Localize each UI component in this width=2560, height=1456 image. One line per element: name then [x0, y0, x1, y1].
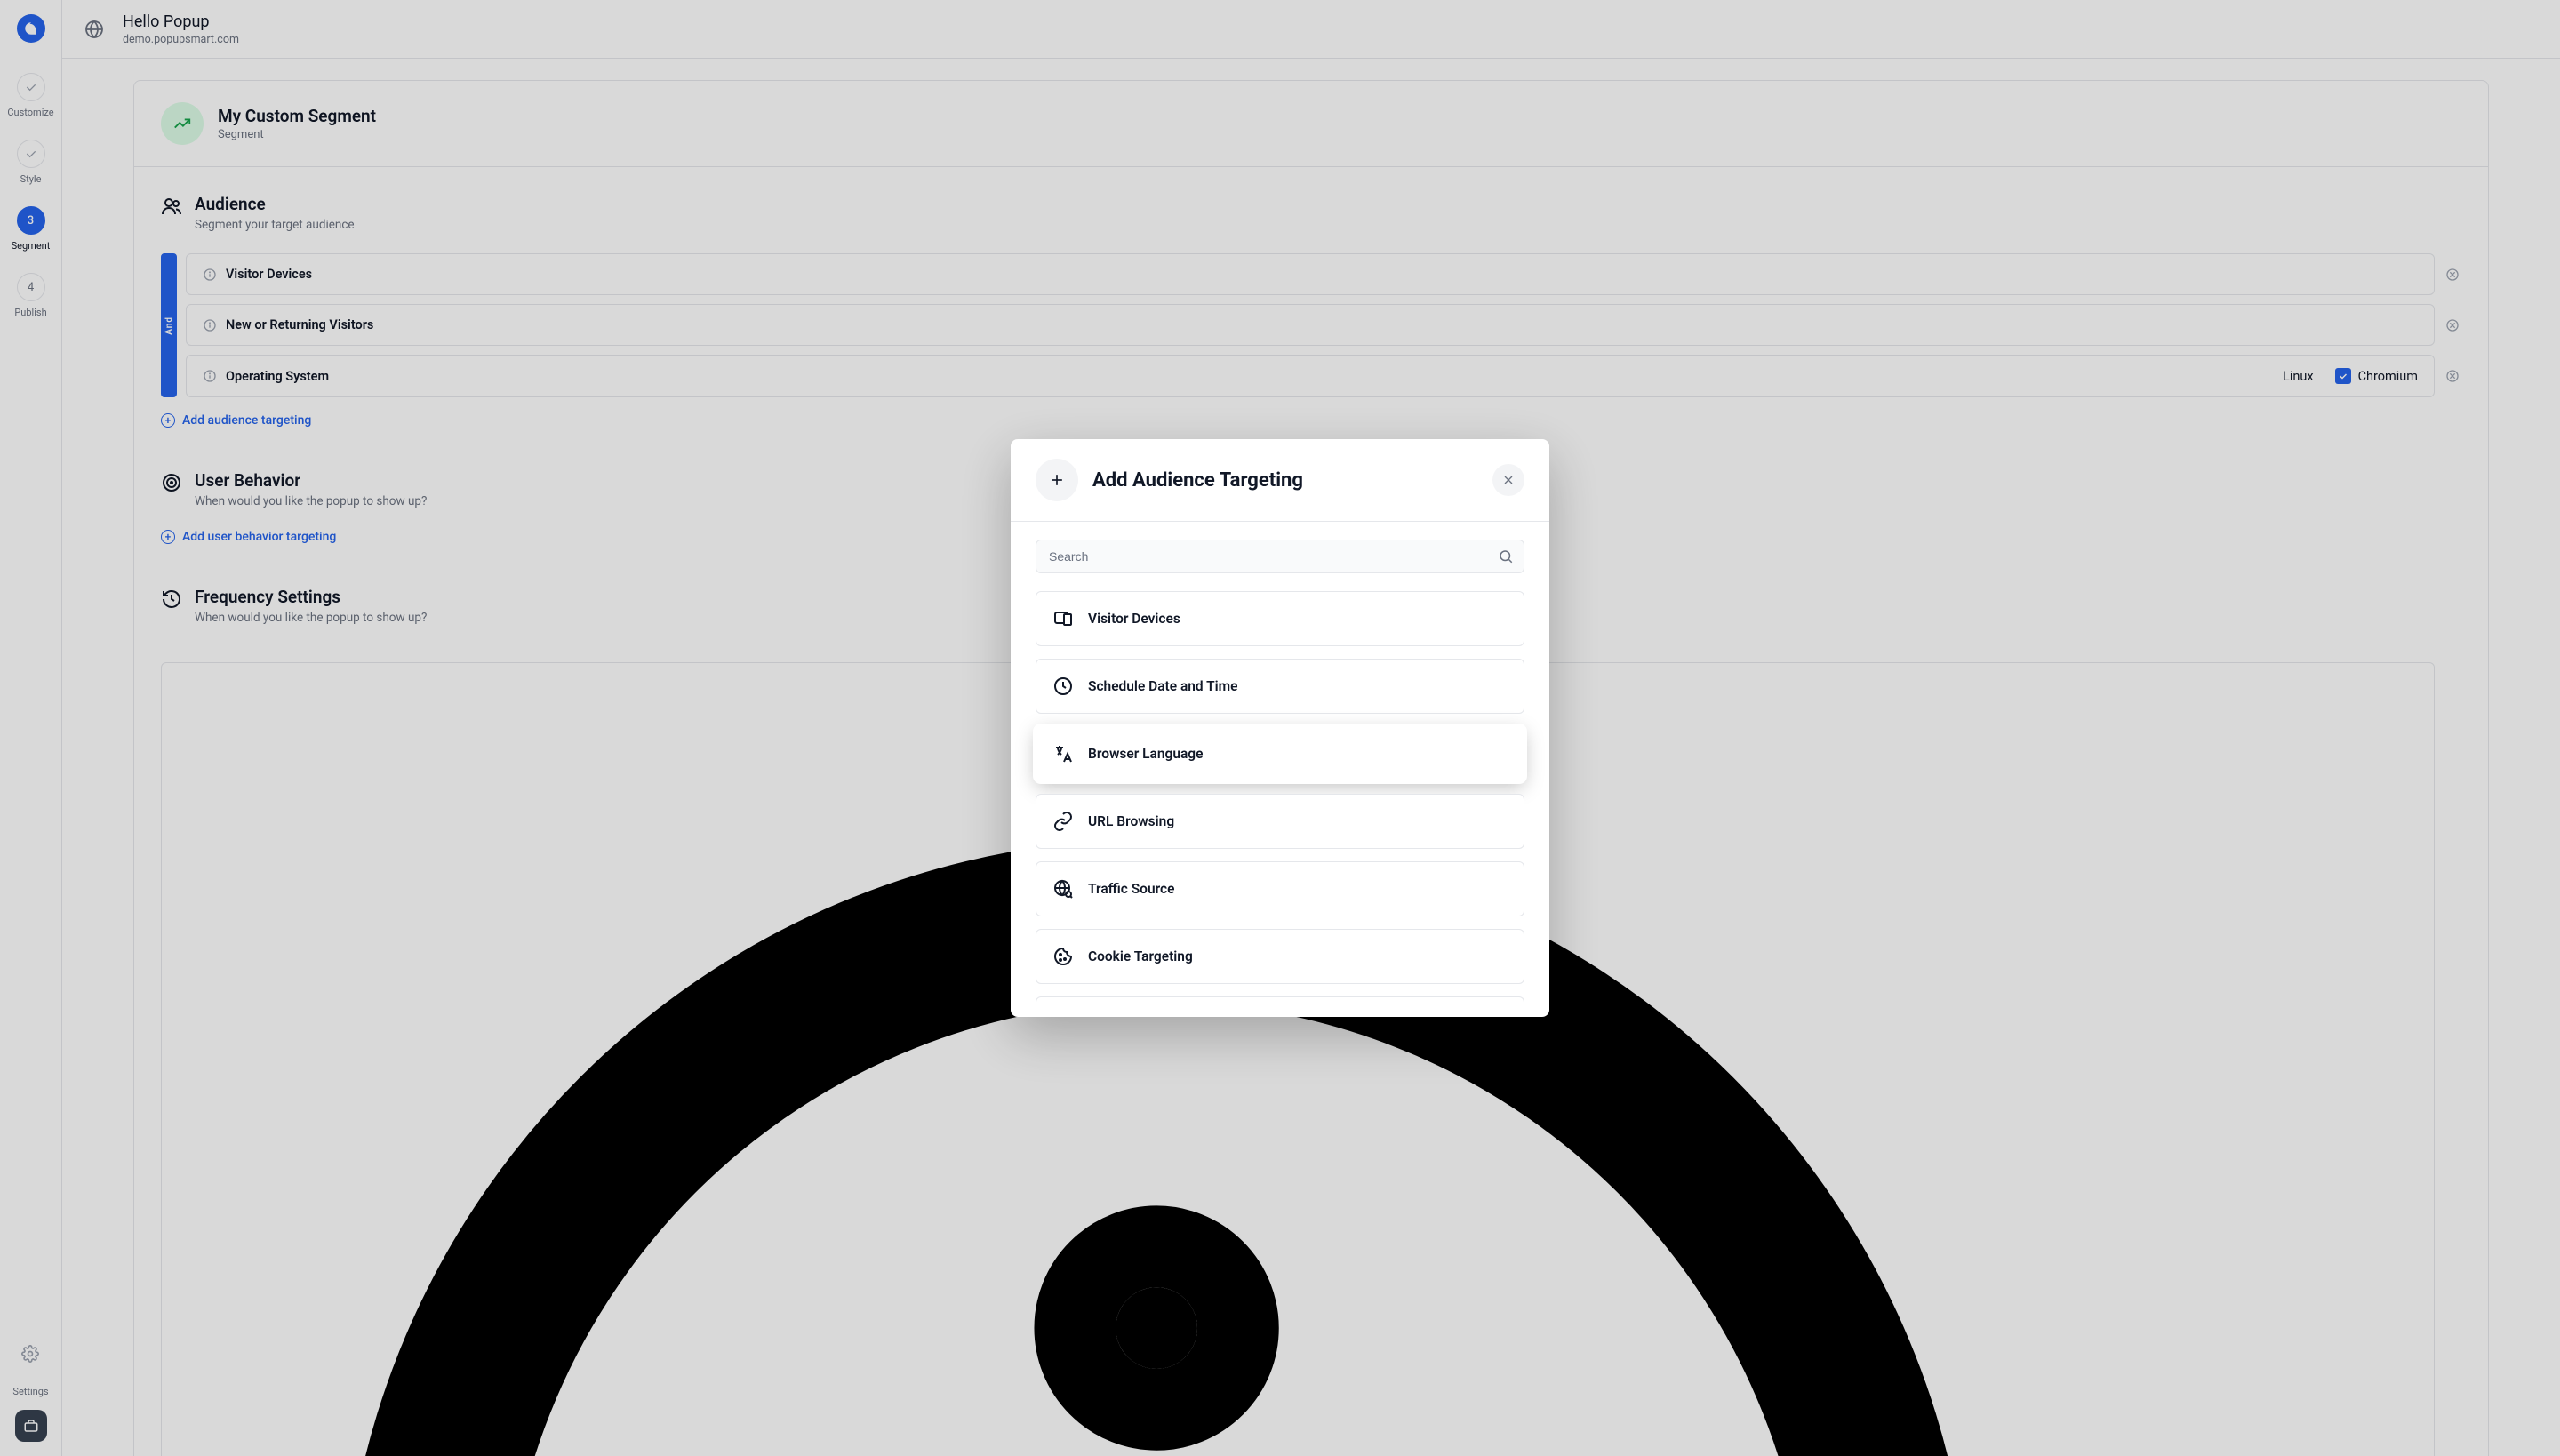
option-label: Browser Language: [1088, 746, 1203, 762]
os-option-chromium: Chromium: [2358, 369, 2418, 384]
option-label: Visitor Devices: [1088, 611, 1180, 627]
app-logo[interactable]: [17, 14, 45, 43]
sidebar-step-segment[interactable]: 3 Segment: [0, 206, 61, 252]
trend-up-icon: [161, 102, 204, 145]
checkbox-chromium[interactable]: [2335, 368, 2351, 384]
info-icon: [203, 318, 217, 332]
clock-icon: [1052, 676, 1074, 697]
sidebar-step-label: Customize: [7, 107, 53, 118]
sidebar-step-label: Segment: [12, 240, 51, 252]
option-cookie-targeting[interactable]: Cookie Targeting: [1036, 929, 1524, 984]
option-more-peek[interactable]: [1036, 996, 1524, 1017]
history-icon: [161, 588, 182, 610]
search-icon: [1498, 548, 1514, 564]
option-traffic-source[interactable]: Traffic Source: [1036, 861, 1524, 916]
devices-icon: [1052, 608, 1074, 629]
option-browser-language[interactable]: Browser Language: [1036, 726, 1524, 781]
briefcase-icon: [23, 1418, 39, 1434]
plus-badge-icon: [1036, 459, 1078, 501]
main-area: Hello Popup demo.popupsmart.com My Custo…: [62, 0, 2560, 1456]
page-subtitle: demo.popupsmart.com: [123, 33, 239, 46]
audience-desc: Segment your target audience: [195, 218, 355, 232]
modal-close-button[interactable]: [1492, 464, 1524, 496]
sidebar-step-style[interactable]: Style: [0, 140, 61, 185]
add-targeting-modal: Add Audience Targeting Visitor Devices S…: [1011, 439, 1549, 1017]
option-label: URL Browsing: [1088, 813, 1174, 829]
sidebar-step-publish[interactable]: 4 Publish: [0, 273, 61, 318]
add-audience-targeting[interactable]: + Add audience targeting: [161, 413, 2461, 428]
translate-icon: [1052, 743, 1074, 764]
sidebar-step-label: Style: [20, 173, 42, 185]
rule-label: Operating System: [226, 369, 329, 384]
target-icon: [161, 472, 182, 493]
remove-rule-button[interactable]: [2444, 266, 2461, 284]
option-url-browsing[interactable]: URL Browsing: [1036, 794, 1524, 849]
audience-icon: [161, 196, 182, 217]
behavior-title: User Behavior: [195, 470, 427, 491]
rule-operating-system[interactable]: Operating System Linux Chromium: [186, 355, 2435, 397]
option-label: Cookie Targeting: [1088, 948, 1193, 964]
rule-new-or-returning[interactable]: New or Returning Visitors: [186, 304, 2435, 346]
behavior-desc: When would you like the popup to show up…: [195, 494, 427, 508]
page-title: Hello Popup: [123, 12, 239, 31]
os-option-linux: Linux: [2283, 369, 2314, 384]
remove-rule-button[interactable]: [2444, 316, 2461, 334]
segment-header: My Custom Segment Segment: [133, 80, 2489, 167]
topbar: Hello Popup demo.popupsmart.com: [62, 0, 2560, 59]
plus-circle-icon: +: [161, 530, 175, 544]
settings-label: Settings: [12, 1386, 48, 1397]
frequency-desc: When would you like the popup to show up…: [195, 611, 427, 625]
modal-title: Add Audience Targeting: [1092, 469, 1303, 492]
search-input[interactable]: [1036, 540, 1524, 573]
add-behavior-label: Add user behavior targeting: [182, 530, 336, 544]
and-rail: And: [161, 253, 177, 397]
segment-title: My Custom Segment: [218, 106, 376, 126]
sidebar-step-label: Publish: [14, 307, 46, 318]
remove-rule-button[interactable]: [2444, 367, 2461, 385]
rule-visitor-devices[interactable]: Visitor Devices: [186, 253, 2435, 295]
globe-icon: [84, 19, 105, 40]
check-icon: [24, 147, 38, 161]
frequency-title: Frequency Settings: [195, 587, 427, 607]
globe-search-icon: [1052, 878, 1074, 900]
segment-subtitle: Segment: [218, 128, 376, 141]
rule-label: Visitor Devices: [226, 267, 312, 282]
option-schedule[interactable]: Schedule Date and Time: [1036, 659, 1524, 714]
info-icon: [203, 369, 217, 383]
option-label: Schedule Date and Time: [1088, 678, 1238, 694]
check-icon: [24, 80, 38, 94]
toolbox-button[interactable]: [15, 1410, 47, 1442]
gear-icon: [21, 1345, 39, 1363]
audience-title: Audience: [195, 194, 355, 214]
settings-button[interactable]: [14, 1338, 46, 1370]
option-visitor-devices[interactable]: Visitor Devices: [1036, 591, 1524, 646]
sidebar-step-customize[interactable]: Customize: [0, 73, 61, 118]
add-audience-label: Add audience targeting: [182, 413, 311, 428]
cookie-icon: [1052, 946, 1074, 967]
option-label: Traffic Source: [1088, 881, 1174, 897]
link-icon: [1052, 811, 1074, 832]
info-icon: [203, 268, 217, 282]
close-icon: [1501, 473, 1516, 487]
plus-circle-icon: +: [161, 413, 175, 428]
sidebar-rail: Customize Style 3 Segment 4 Publish Sett…: [0, 0, 62, 1456]
rule-label: New or Returning Visitors: [226, 317, 373, 332]
